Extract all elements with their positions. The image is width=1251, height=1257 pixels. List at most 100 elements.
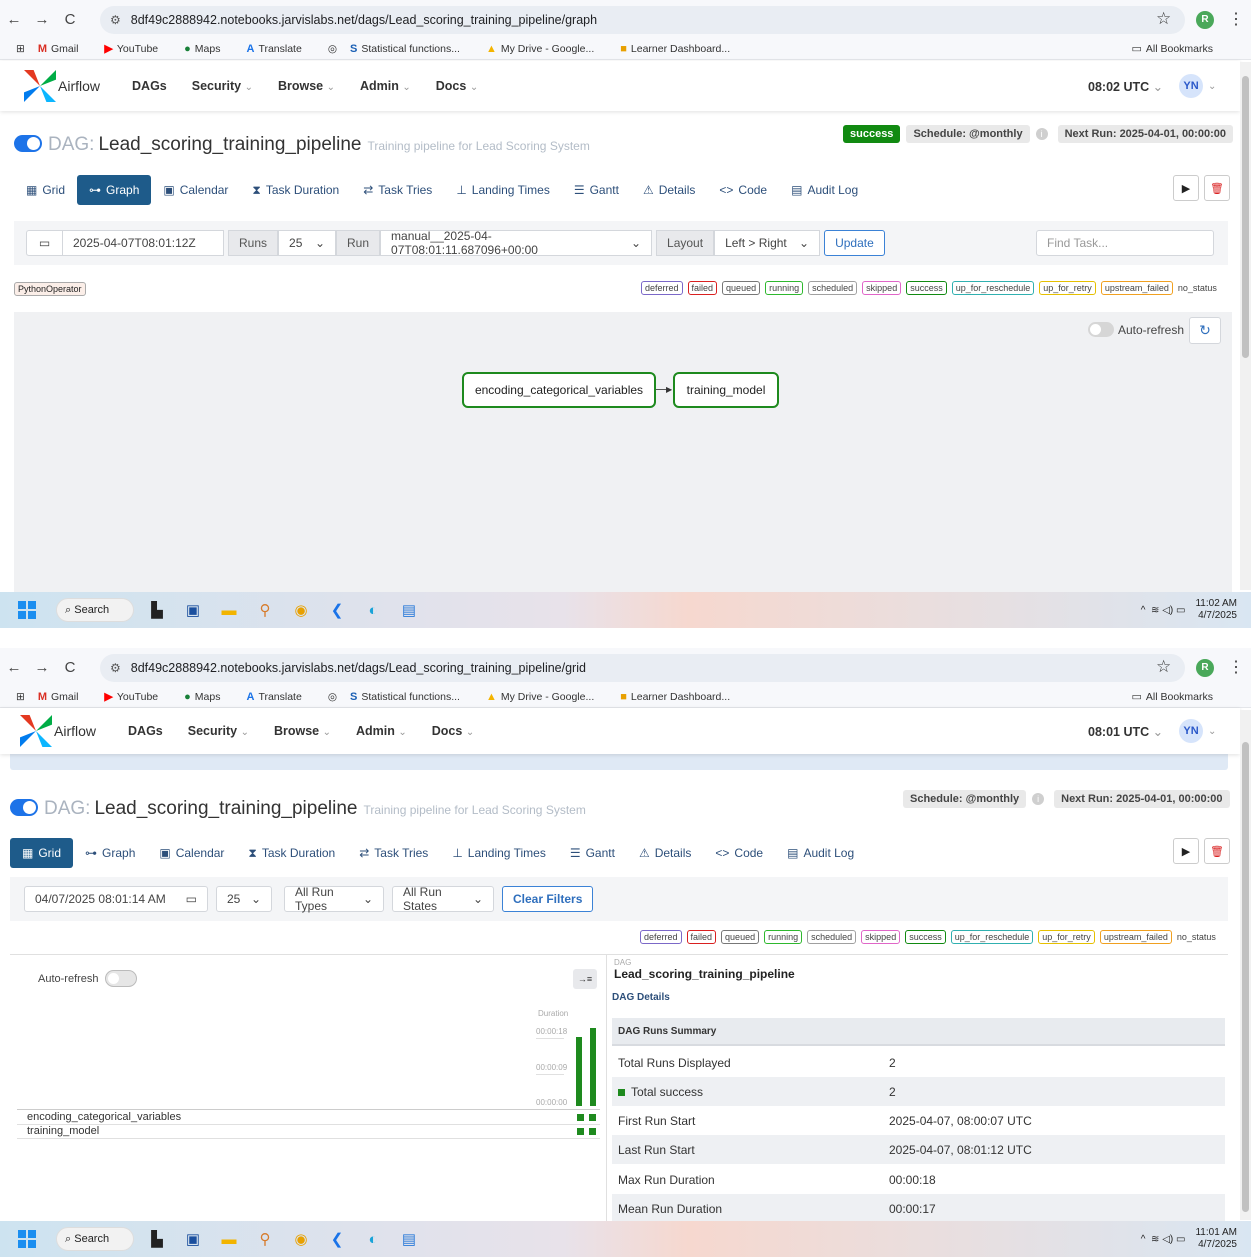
nav-admin[interactable]: Admin ⌄	[356, 724, 407, 738]
task-node-encoding[interactable]: encoding_categorical_variables	[462, 372, 656, 408]
menu-icon[interactable]: ⋮	[1228, 9, 1244, 29]
date-input[interactable]: 04/07/2025 08:01:14 AM ▭	[24, 886, 208, 912]
tab-grid[interactable]: ▦ Grid	[10, 838, 74, 868]
legend-deferred[interactable]: deferred	[640, 930, 682, 944]
back-icon[interactable]: ←	[0, 659, 28, 676]
nav-security[interactable]: Security ⌄	[192, 79, 253, 93]
wifi-icon[interactable]: ≋	[1151, 1234, 1159, 1245]
task-view-icon[interactable]: ▙	[144, 601, 170, 619]
task-instance-success[interactable]	[577, 1114, 584, 1121]
collapse-details-button[interactable]: →≡	[573, 969, 597, 989]
toggle-switch[interactable]	[104, 970, 137, 987]
tab-graph[interactable]: ⊶ Graph	[73, 838, 147, 868]
tab-code[interactable]: <> Code	[707, 175, 779, 205]
nav-security[interactable]: Security ⌄	[188, 724, 249, 738]
bookmark-maps[interactable]: ● Maps	[184, 691, 233, 703]
trigger-dag-button[interactable]: ▶	[1173, 175, 1199, 201]
legend-running[interactable]: running	[765, 281, 804, 295]
bookmark-youtube[interactable]: ▶ YouTube	[104, 42, 171, 56]
legend-scheduled[interactable]: scheduled	[808, 281, 858, 295]
tab-grid[interactable]: ▦ Grid	[14, 175, 77, 205]
find-task-input[interactable]: Find Task...	[1036, 230, 1214, 256]
legend-no-status[interactable]: no_status	[1177, 932, 1216, 942]
bookmark-statistical[interactable]: S Statistical functions...	[350, 43, 473, 55]
taskbar-search[interactable]: ⌕ Search	[56, 1227, 134, 1251]
delete-dag-button[interactable]: 🗑	[1204, 175, 1230, 201]
legend-scheduled[interactable]: scheduled	[807, 930, 857, 944]
nav-admin[interactable]: Admin ⌄	[360, 79, 411, 93]
all-bookmarks[interactable]: ▭ All Bookmarks	[1131, 690, 1226, 704]
tab-task-duration[interactable]: ⧗ Task Duration	[240, 175, 351, 205]
legend-no-status[interactable]: no_status	[1178, 283, 1217, 293]
reload-icon[interactable]: C	[56, 659, 84, 676]
edge-icon[interactable]: ◐	[360, 1231, 386, 1248]
clear-filters-button[interactable]: Clear Filters	[502, 886, 594, 912]
task-instance-success[interactable]	[577, 1128, 584, 1135]
tab-details[interactable]: ⚠ Details	[627, 838, 703, 868]
dag-title[interactable]: Lead_scoring_training_pipeline	[94, 798, 357, 820]
user-avatar[interactable]: YN	[1179, 719, 1203, 743]
menu-icon[interactable]: ⋮	[1228, 657, 1244, 677]
airflow-logo[interactable]: Airflow	[20, 715, 96, 747]
legend-up-for-retry[interactable]: up_for_retry	[1038, 930, 1095, 944]
star-icon[interactable]: ☆	[1156, 657, 1171, 677]
info-icon[interactable]: i	[1032, 793, 1045, 805]
globe-icon[interactable]: ◎	[328, 691, 337, 703]
edge-icon[interactable]: ◐	[360, 602, 386, 619]
windows-start-icon[interactable]	[18, 1230, 36, 1248]
vscode-icon[interactable]: ❮	[324, 601, 350, 619]
nav-browse[interactable]: Browse ⌄	[278, 79, 335, 93]
run-type-select[interactable]: All Run Types ⌄	[284, 885, 384, 913]
nav-docs[interactable]: Docs ⌄	[436, 79, 478, 93]
legend-skipped[interactable]: skipped	[862, 281, 902, 295]
legend-success[interactable]: success	[905, 930, 946, 944]
tab-landing-times[interactable]: ⊥ Landing Times	[440, 838, 558, 868]
address-bar[interactable]: ⚙ 8df49c2888942.notebooks.jarvislabs.net/…	[100, 654, 1185, 682]
tab-landing-times[interactable]: ⊥ Landing Times	[444, 175, 562, 205]
run-state-select[interactable]: All Run States ⌄	[392, 885, 494, 913]
layout-select[interactable]: Left > Right ⌄	[714, 230, 821, 256]
bookmark-translate[interactable]: A Translate	[246, 691, 314, 703]
globe-icon[interactable]: ◎	[328, 43, 337, 55]
bookmark-gmail[interactable]: M Gmail	[38, 691, 92, 703]
apps-icon[interactable]: ⊞	[16, 43, 25, 55]
task-instance-success[interactable]	[589, 1128, 596, 1135]
taskbar-search[interactable]: ⌕ Search	[56, 598, 134, 622]
notepad-icon[interactable]: ▤	[396, 1230, 422, 1248]
back-icon[interactable]: ←	[0, 11, 28, 28]
legend-deferred[interactable]: deferred	[641, 281, 683, 295]
volume-icon[interactable]: ◁)	[1162, 1234, 1173, 1245]
tab-task-duration[interactable]: ⧗ Task Duration	[236, 838, 347, 868]
page-scrollbar[interactable]	[1240, 62, 1251, 590]
system-clock[interactable]: 11:01 AM 4/7/2025	[1195, 1227, 1237, 1251]
update-button[interactable]: Update	[824, 230, 885, 256]
auto-refresh-toggle[interactable]: Auto-refresh	[38, 970, 141, 987]
chrome-icon[interactable]: ◉	[288, 1230, 314, 1248]
site-info-icon[interactable]: ⚙	[110, 661, 121, 675]
battery-icon[interactable]: ▭	[1176, 1234, 1185, 1245]
tab-gantt[interactable]: ☰ Gantt	[558, 838, 627, 868]
tab-gantt[interactable]: ☰ Gantt	[562, 175, 631, 205]
chevron-up-icon[interactable]: ^	[1141, 605, 1146, 616]
profile-avatar[interactable]: R	[1196, 11, 1214, 29]
refresh-button[interactable]: ↻	[1189, 317, 1221, 344]
legend-upstream-failed[interactable]: upstream_failed	[1099, 930, 1172, 944]
bookmark-learner[interactable]: ■ Learner Dashboard...	[620, 691, 743, 703]
bookmark-statistical[interactable]: S Statistical functions...	[350, 691, 473, 703]
tab-code[interactable]: <> Code	[703, 838, 775, 868]
nav-browse[interactable]: Browse ⌄	[274, 724, 331, 738]
battery-icon[interactable]: ▭	[1176, 605, 1185, 616]
bookmark-drive[interactable]: ▲ My Drive - Google...	[486, 691, 607, 703]
auto-refresh-toggle[interactable]: Auto-refresh	[1088, 322, 1184, 337]
app-icon[interactable]: ⚲	[252, 1230, 278, 1248]
tab-calendar[interactable]: ▣ Calendar	[147, 838, 236, 868]
apps-icon[interactable]: ⊞	[16, 691, 25, 703]
tab-task-tries[interactable]: ⇄ Task Tries	[351, 175, 444, 205]
utc-clock[interactable]: 08:02 UTC ⌄	[1088, 79, 1163, 94]
dag-pause-toggle[interactable]	[10, 799, 38, 816]
date-input[interactable]: 2025-04-07T08:01:12Z	[62, 230, 224, 256]
info-icon[interactable]: i	[1035, 128, 1048, 140]
wifi-icon[interactable]: ≋	[1151, 605, 1159, 616]
operator-tag[interactable]: PythonOperator	[14, 282, 86, 296]
task-row-encoding[interactable]: encoding_categorical_variables	[27, 1111, 181, 1123]
